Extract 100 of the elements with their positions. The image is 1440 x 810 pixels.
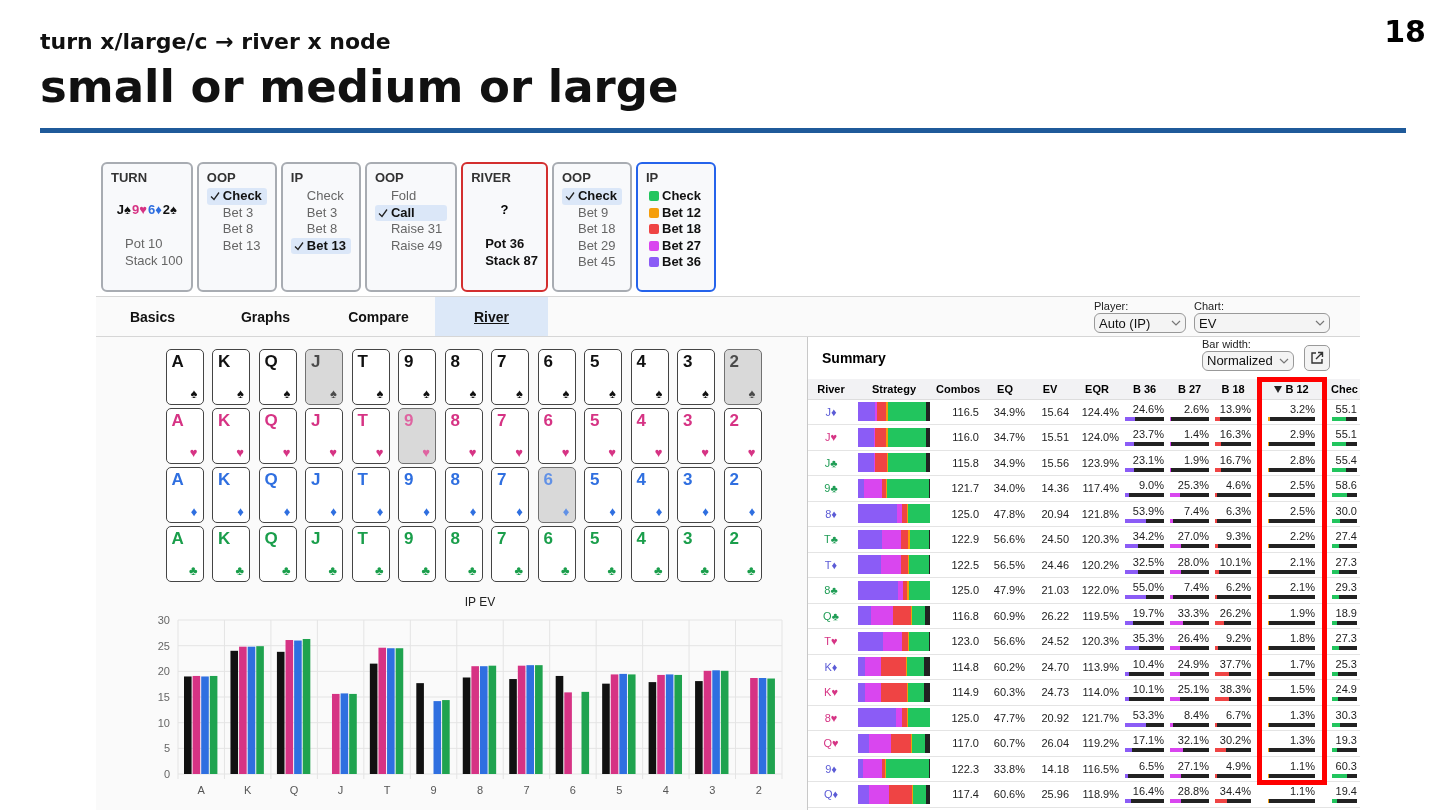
column-header[interactable]: EQ bbox=[982, 379, 1028, 399]
playing-card[interactable]: 8 ♠ bbox=[444, 349, 483, 405]
tab[interactable]: Graphs bbox=[209, 297, 322, 336]
playing-card[interactable]: T ♣ bbox=[351, 526, 390, 582]
action-option[interactable]: Bet 8 bbox=[206, 221, 267, 238]
playing-card[interactable]: Q ♣ bbox=[258, 526, 297, 582]
playing-card[interactable]: A ♦ bbox=[165, 467, 204, 523]
playing-card[interactable]: K ♠ bbox=[212, 349, 250, 405]
action-option[interactable]: Bet 27 bbox=[646, 237, 707, 254]
playing-card[interactable]: 6 ♥ bbox=[537, 408, 576, 464]
node-card[interactable]: IP Check Bet 12 Bet 18 Bet 27 Bet 36 bbox=[636, 162, 717, 292]
column-header[interactable]: EV bbox=[1028, 379, 1072, 399]
bar-width-select[interactable]: Normalized bbox=[1202, 350, 1294, 371]
node-card[interactable]: OOP Fold Call Raise 31 Raise 49 bbox=[364, 162, 458, 292]
action-option[interactable]: Bet 9 bbox=[561, 204, 622, 221]
tab[interactable]: River bbox=[435, 297, 548, 336]
playing-card[interactable]: 3 ♦ bbox=[677, 467, 715, 523]
column-header[interactable]: River bbox=[808, 379, 854, 399]
playing-card[interactable]: 6 ♣ bbox=[537, 526, 576, 582]
playing-card[interactable]: 5 ♥ bbox=[584, 408, 622, 464]
column-header[interactable]: EQR bbox=[1072, 379, 1122, 399]
playing-card[interactable]: A ♠ bbox=[165, 349, 204, 405]
playing-card[interactable]: J ♠ bbox=[305, 349, 343, 405]
playing-card[interactable]: 4 ♦ bbox=[630, 467, 669, 523]
playing-card[interactable]: 9 ♦ bbox=[398, 467, 436, 523]
column-header[interactable]: B 36 bbox=[1122, 379, 1167, 399]
action-option[interactable]: Bet 13 bbox=[290, 237, 351, 254]
column-header[interactable]: Combos bbox=[934, 379, 982, 399]
action-option[interactable]: Bet 8 bbox=[290, 221, 351, 238]
playing-card[interactable]: 7 ♠ bbox=[491, 349, 529, 405]
node-card[interactable]: OOP Check Bet 3 Bet 8 Bet 13 bbox=[196, 162, 277, 292]
action-option[interactable]: Bet 18 bbox=[646, 221, 707, 238]
action-option[interactable]: Bet 36 bbox=[646, 254, 707, 271]
playing-card[interactable]: T ♦ bbox=[351, 467, 390, 523]
node-card[interactable]: IP Check Bet 3 Bet 8 Bet 13 bbox=[280, 162, 361, 292]
playing-card[interactable]: 5 ♦ bbox=[584, 467, 622, 523]
playing-card[interactable]: J ♦ bbox=[305, 467, 343, 523]
action-option[interactable]: Bet 3 bbox=[206, 204, 267, 221]
action-option[interactable]: Raise 31 bbox=[374, 221, 448, 238]
action-option[interactable]: Check bbox=[290, 188, 351, 205]
playing-card[interactable]: 7 ♥ bbox=[491, 408, 529, 464]
action-option[interactable]: Check bbox=[561, 188, 622, 205]
playing-card[interactable]: 2 ♥ bbox=[723, 408, 762, 464]
playing-card[interactable]: 7 ♦ bbox=[491, 467, 529, 523]
column-header[interactable]: Strategy bbox=[854, 379, 934, 399]
playing-card[interactable]: 5 ♣ bbox=[584, 526, 622, 582]
column-header[interactable]: B 27 bbox=[1167, 379, 1212, 399]
playing-card[interactable]: 2 ♣ bbox=[723, 526, 762, 582]
playing-card[interactable]: Q ♥ bbox=[258, 408, 297, 464]
playing-card[interactable]: 6 ♠ bbox=[537, 349, 576, 405]
chart-select[interactable]: EV bbox=[1194, 313, 1330, 333]
action-option[interactable]: Bet 12 bbox=[646, 204, 707, 221]
playing-card[interactable]: 8 ♦ bbox=[444, 467, 483, 523]
playing-card[interactable]: K ♥ bbox=[212, 408, 250, 464]
action-option[interactable]: Call bbox=[374, 204, 448, 221]
player-select[interactable]: Auto (IP) bbox=[1094, 313, 1186, 333]
playing-card[interactable]: 2 ♦ bbox=[723, 467, 762, 523]
playing-card[interactable]: T ♥ bbox=[351, 408, 390, 464]
tab[interactable]: Compare bbox=[322, 297, 435, 336]
playing-card[interactable]: T ♠ bbox=[351, 349, 390, 405]
playing-card[interactable]: 4 ♣ bbox=[630, 526, 669, 582]
playing-card[interactable]: Q ♠ bbox=[258, 349, 297, 405]
playing-card[interactable]: Q ♦ bbox=[258, 467, 297, 523]
action-option[interactable]: Check bbox=[206, 188, 267, 205]
node-card[interactable]: OOP Check Bet 9 Bet 18 Bet 29 Bet 45 bbox=[551, 162, 632, 292]
playing-card[interactable]: 3 ♣ bbox=[677, 526, 715, 582]
playing-card[interactable]: A ♣ bbox=[165, 526, 204, 582]
playing-card[interactable]: 9 ♠ bbox=[398, 349, 436, 405]
playing-card[interactable]: K ♦ bbox=[212, 467, 250, 523]
playing-card[interactable]: 8 ♣ bbox=[444, 526, 483, 582]
action-option[interactable]: Fold bbox=[374, 188, 448, 205]
playing-card[interactable]: 4 ♠ bbox=[630, 349, 669, 405]
action-option[interactable]: Check bbox=[646, 188, 707, 205]
action-option[interactable]: Bet 13 bbox=[206, 237, 267, 254]
playing-card[interactable]: 7 ♣ bbox=[491, 526, 529, 582]
y-tick-label: 0 bbox=[163, 768, 170, 780]
column-header[interactable]: B 18 bbox=[1212, 379, 1254, 399]
node-card[interactable]: RIVER ? Pot 36 Stack 87 bbox=[461, 162, 548, 292]
table-cell: 124.4% bbox=[1072, 399, 1122, 425]
action-option[interactable]: Bet 18 bbox=[561, 221, 622, 238]
playing-card[interactable]: J ♣ bbox=[305, 526, 343, 582]
node-card[interactable]: TURN J♠9♥6♦2♠ Pot 10 Stack 100 bbox=[101, 162, 193, 292]
playing-card[interactable]: 2 ♠ bbox=[723, 349, 762, 405]
card-suit: ♠ bbox=[423, 387, 430, 401]
tab[interactable]: Basics bbox=[96, 297, 209, 336]
export-button[interactable] bbox=[1304, 344, 1330, 371]
playing-card[interactable]: 9 ♣ bbox=[398, 526, 436, 582]
action-option[interactable]: Raise 49 bbox=[374, 237, 448, 254]
playing-card[interactable]: A ♥ bbox=[165, 408, 204, 464]
playing-card[interactable]: 3 ♥ bbox=[677, 408, 715, 464]
playing-card[interactable]: K ♣ bbox=[212, 526, 250, 582]
playing-card[interactable]: 4 ♥ bbox=[630, 408, 669, 464]
playing-card[interactable]: 8 ♥ bbox=[444, 408, 483, 464]
playing-card[interactable]: 3 ♠ bbox=[677, 349, 715, 405]
action-option[interactable]: Bet 3 bbox=[290, 204, 351, 221]
column-header[interactable]: Chec bbox=[1329, 379, 1360, 399]
playing-card[interactable]: J ♥ bbox=[305, 408, 343, 464]
playing-card[interactable]: 5 ♠ bbox=[584, 349, 622, 405]
action-option[interactable]: Bet 29 bbox=[561, 237, 622, 254]
action-option[interactable]: Bet 45 bbox=[561, 254, 622, 271]
